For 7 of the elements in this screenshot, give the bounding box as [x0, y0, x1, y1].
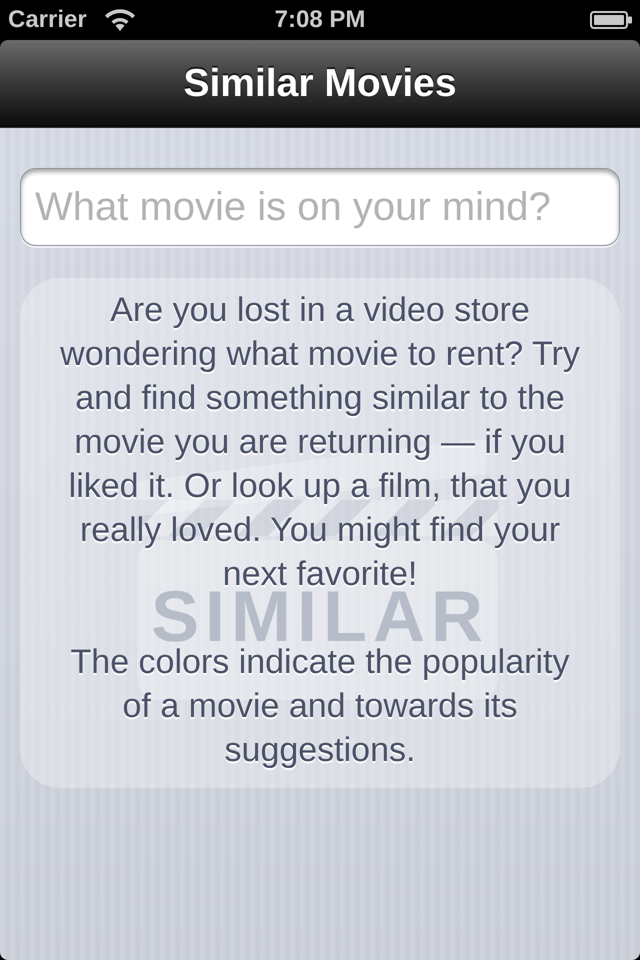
status-time: 7:08 PM [274, 8, 366, 32]
info-paragraph: The colors indicate the popularity of a movie and towards its suggestions. [70, 642, 570, 771]
battery-icon [590, 11, 632, 29]
search-field[interactable]: What movie is on your mind? [20, 168, 620, 246]
screen-title: Similar Movies [183, 64, 457, 103]
carrier-name: Carrier [8, 8, 87, 32]
wifi-icon [104, 9, 135, 31]
